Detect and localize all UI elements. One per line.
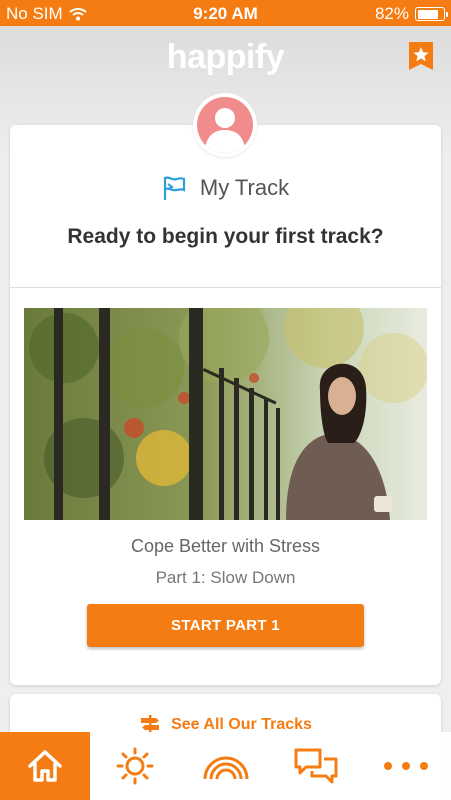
battery-fill bbox=[417, 9, 438, 19]
battery-percent: 82% bbox=[374, 4, 409, 23]
course-part: Part 1: Slow Down bbox=[155, 568, 296, 587]
my-track-card: My Track Ready to begin your first track… bbox=[10, 125, 441, 685]
tab-daily[interactable] bbox=[90, 732, 180, 800]
status-right: 82% bbox=[374, 4, 448, 24]
battery-icon bbox=[415, 7, 448, 21]
app-logo: happify bbox=[166, 38, 285, 76]
more-icon bbox=[383, 762, 428, 770]
tab-tracks[interactable] bbox=[180, 732, 270, 800]
track-header: My Track bbox=[10, 175, 441, 201]
divider bbox=[10, 287, 441, 288]
flag-icon bbox=[163, 176, 185, 200]
course-name: Cope Better with Stress bbox=[130, 536, 321, 556]
home-icon bbox=[28, 750, 62, 782]
avatar-image bbox=[197, 97, 253, 153]
status-bar: No SIM 9:20 AM 82% bbox=[0, 0, 451, 26]
track-title: My Track bbox=[199, 175, 290, 200]
chat-icon bbox=[294, 748, 338, 784]
track-photo bbox=[24, 308, 427, 520]
sun-icon bbox=[116, 747, 154, 785]
track-question: Ready to begin your first track? bbox=[67, 225, 384, 248]
avatar[interactable] bbox=[193, 93, 257, 157]
tab-more[interactable] bbox=[361, 732, 451, 800]
rainbow-icon bbox=[203, 756, 248, 780]
tab-bar bbox=[0, 732, 451, 800]
star-badge-icon[interactable] bbox=[409, 42, 433, 70]
tab-community[interactable] bbox=[271, 732, 361, 800]
tab-home[interactable] bbox=[0, 732, 91, 800]
start-part-button[interactable]: START PART 1 bbox=[87, 604, 364, 647]
